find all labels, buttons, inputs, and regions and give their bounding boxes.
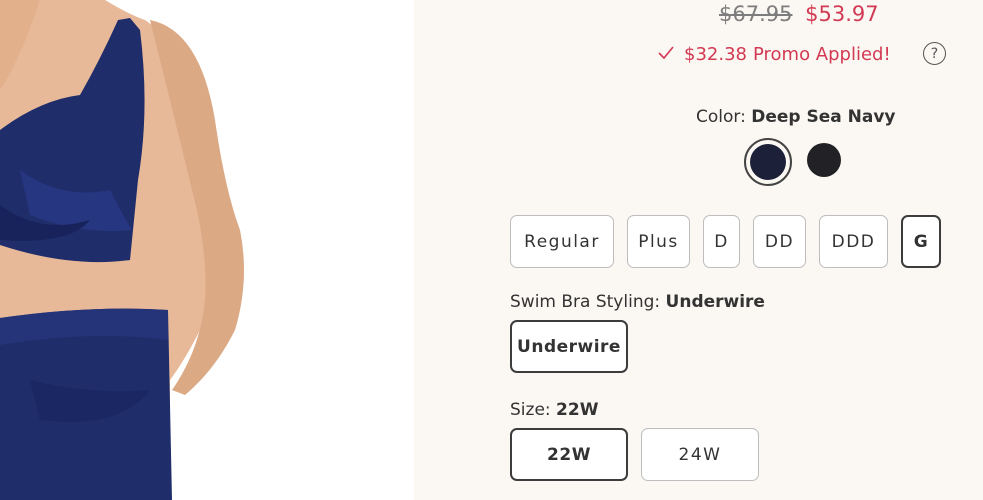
size-label-text: Size:: [510, 400, 551, 420]
promo-amount: $32.38: [684, 44, 747, 65]
size-selected: 22W: [556, 400, 599, 420]
styling-label: Swim Bra Styling: Underwire: [510, 292, 765, 312]
styling-label-text: Swim Bra Styling:: [510, 292, 661, 312]
color-swatch-deep-sea-navy[interactable]: [744, 138, 792, 186]
fit-option-d[interactable]: D: [703, 215, 740, 268]
promo-text: Promo Applied!: [752, 44, 891, 65]
help-icon[interactable]: ?: [923, 42, 946, 65]
check-icon: [658, 44, 674, 65]
fit-option-ddd[interactable]: DDD: [819, 215, 888, 268]
styling-selected: Underwire: [665, 292, 765, 312]
fit-option-g[interactable]: G: [901, 215, 941, 268]
product-details-panel: $67.95 $53.97 $32.38 Promo Applied! ? Co…: [414, 0, 983, 500]
product-image: [0, 0, 414, 500]
original-price: $67.95: [719, 2, 793, 26]
size-option-22w[interactable]: 22W: [510, 428, 628, 481]
promo-row: $32.38 Promo Applied!: [658, 44, 891, 65]
price-row: $67.95 $53.97: [719, 2, 879, 26]
swatch-fill: [750, 144, 786, 180]
sale-price: $53.97: [805, 2, 879, 26]
size-label: Size: 22W: [510, 400, 598, 420]
fit-option-dd[interactable]: DD: [753, 215, 806, 268]
color-label-text: Color:: [696, 107, 746, 127]
size-option-24w[interactable]: 24W: [641, 428, 759, 481]
fit-option-plus[interactable]: Plus: [627, 215, 690, 268]
styling-option-underwire[interactable]: Underwire: [510, 320, 628, 373]
color-label: Color: Deep Sea Navy: [696, 107, 896, 127]
fit-option-regular[interactable]: Regular: [510, 215, 614, 268]
color-swatch-black[interactable]: [807, 143, 841, 177]
selected-color-name: Deep Sea Navy: [751, 107, 896, 127]
